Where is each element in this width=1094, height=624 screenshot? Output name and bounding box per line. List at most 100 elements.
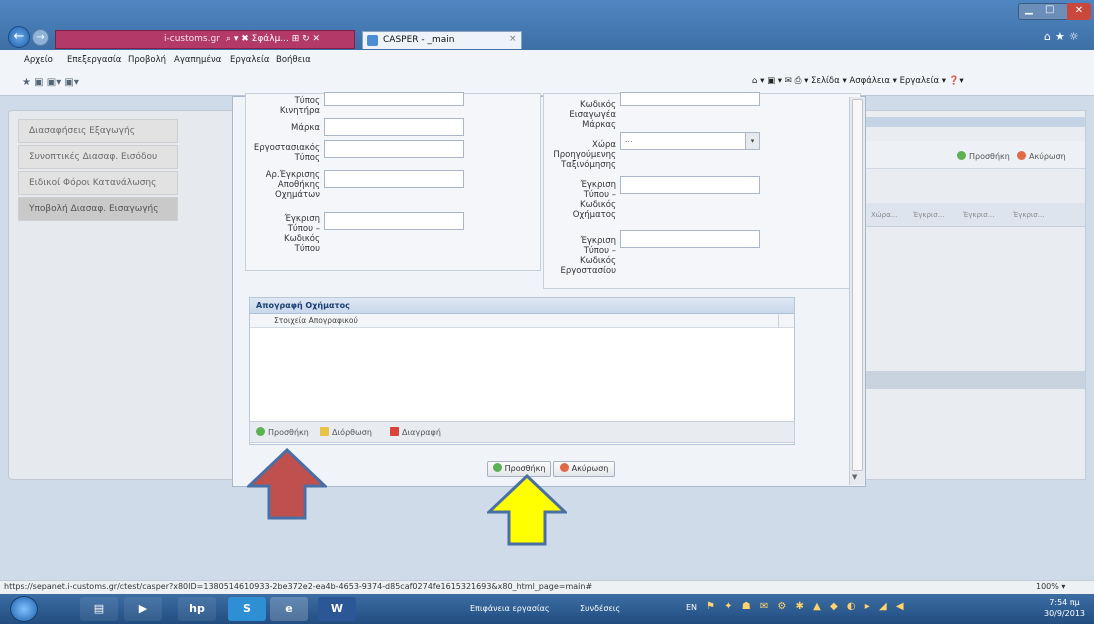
cancel-icon: [559, 463, 569, 472]
inventory-col-details[interactable]: Στοιχεία Απογραφικού: [274, 316, 358, 325]
address-bar-icons[interactable]: ⌕ ▾ ✖ Σφάλμ... ⊞ ↻ ✕: [226, 34, 320, 44]
grid-column-header: Χώρα... Έγκρισ... Έγκρισ... Έγκρισ...: [863, 203, 1085, 227]
menu-view[interactable]: Προβολή: [128, 55, 166, 65]
factory-approval-code-label: Έγκριση Τύπου – Κωδικός Εργοστασίου: [560, 236, 617, 276]
address-bar[interactable]: i-customs.gr ⌕ ▾ ✖ Σφάλμ... ⊞ ↻ ✕: [55, 30, 355, 49]
status-url: https://sepanet.i-customs.gr/ctest/caspe…: [4, 582, 593, 591]
close-window-button[interactable]: ✕: [1067, 3, 1091, 20]
panel-add-button[interactable]: Προσθήκη: [957, 151, 1010, 161]
taskbar-connections-toolbar[interactable]: Συνδέσεις: [580, 604, 620, 613]
tab-casper-main[interactable]: CASPER - _main ×: [362, 31, 522, 49]
vehicle-fieldset-right: Κωδικός Εισαγωγέα Μάρκας Χώρα Προηγούμεν…: [543, 92, 861, 289]
tab-close-icon[interactable]: ×: [509, 34, 517, 44]
taskbar-skype-icon[interactable]: S: [228, 597, 266, 621]
scrollbar-thumb[interactable]: [852, 99, 863, 471]
scroll-down-icon[interactable]: ▼: [852, 473, 857, 481]
brand-input[interactable]: [324, 118, 464, 136]
sidebar-item-import-declaration[interactable]: Υποβολή Διασαφ. Εισαγωγής: [18, 197, 178, 221]
engine-type-input[interactable]: [324, 92, 464, 106]
inventory-column-header: Στοιχεία Απογραφικού: [250, 314, 794, 328]
menu-favorites[interactable]: Αγαπημένα: [174, 55, 221, 65]
brand-label: Μάρκα: [291, 123, 320, 133]
menu-bar: Αρχείο Επεξεργασία Προβολή Αγαπημένα Εργ…: [0, 50, 1094, 96]
column-divider: [778, 314, 779, 328]
inventory-toolbar: Προσθήκη Διόρθωση Διαγραφή: [249, 421, 795, 443]
dialog-cancel-label: Ακύρωση: [571, 464, 609, 473]
taskbar-hp-icon[interactable]: hp: [178, 597, 216, 621]
grid-col-approval-1[interactable]: Έγκρισ...: [913, 211, 944, 219]
red-up-arrow-annotation: [247, 448, 327, 520]
zoom-level[interactable]: 100% ▾: [1036, 582, 1065, 591]
inventory-edit-label: Διόρθωση: [332, 428, 372, 437]
inventory-add-button[interactable]: Προσθήκη: [256, 427, 309, 437]
add-icon: [256, 427, 265, 436]
inventory-delete-button[interactable]: Διαγραφή: [390, 427, 441, 437]
maximize-button[interactable]: □: [1045, 4, 1054, 15]
minimize-button[interactable]: ▁: [1025, 4, 1033, 15]
factory-type-input[interactable]: [324, 140, 464, 158]
dialog-add-label: Προσθήκη: [504, 464, 546, 473]
warehouse-approval-label: Αρ.Έγκρισης Αποθήκης Οχημάτων: [265, 170, 320, 200]
add-icon: [492, 463, 502, 472]
pencil-icon: [320, 427, 329, 436]
background-grid-panel: Προσθήκη Ακύρωση Χώρα... Έγκρισ... Έγκρι…: [862, 110, 1086, 480]
taskbar-desktop-toolbar[interactable]: Επιφάνεια εργασίας: [470, 604, 550, 613]
inventory-edit-button[interactable]: Διόρθωση: [320, 427, 372, 437]
panel-toolbar: Προσθήκη Ακύρωση: [863, 141, 1085, 169]
panel-cancel-label: Ακύρωση: [1029, 152, 1066, 161]
taskbar-word-icon[interactable]: W: [318, 597, 356, 621]
previous-registration-country-select[interactable]: ... ▾: [620, 132, 760, 150]
previous-registration-country-label: Χώρα Προηγούμενης Ταξινόμησης: [553, 140, 616, 170]
start-button[interactable]: [10, 596, 38, 622]
home-favorites-tools-icons[interactable]: ⌂★☼: [1044, 30, 1083, 43]
inventory-delete-label: Διαγραφή: [402, 428, 441, 437]
engine-type-label: Τύπος Κινητήρα: [279, 96, 320, 116]
menu-help[interactable]: Βοήθεια: [276, 55, 311, 65]
menu-tools[interactable]: Εργαλεία: [230, 55, 270, 65]
status-bar: https://sepanet.i-customs.gr/ctest/caspe…: [0, 580, 1094, 594]
factory-approval-code-input[interactable]: [620, 230, 760, 248]
grid-col-approval-3[interactable]: Έγκρισ...: [1013, 211, 1044, 219]
dialog-scrollbar[interactable]: ▼: [849, 97, 865, 485]
favorites-bar-icons[interactable]: ★ ▣ ▣▾ ▣▾: [22, 77, 79, 88]
importer-brand-code-label: Κωδικός Εισαγωγέα Μάρκας: [569, 100, 616, 130]
clock-date: 30/9/2013: [1044, 609, 1086, 618]
sidebar-item-entry-summary[interactable]: Συνοπτικές Διασαφ. Εισόδου: [18, 145, 178, 169]
yellow-up-arrow-annotation: [487, 474, 567, 546]
sidebar-item-export-declarations[interactable]: Διασαφήσεις Εξαγωγής: [18, 119, 178, 143]
country-select-value: ...: [625, 135, 633, 144]
panel-footer-bar: [863, 371, 1085, 389]
back-button[interactable]: ←: [8, 26, 30, 48]
warehouse-approval-input[interactable]: [324, 170, 464, 188]
importer-brand-code-input[interactable]: [620, 92, 760, 106]
chevron-down-icon[interactable]: ▾: [745, 133, 759, 149]
command-bar[interactable]: ⌂ ▾ ▣ ▾ ✉ ⎙ ▾ Σελίδα ▾ Ασφάλεια ▾ Εργαλε…: [752, 76, 964, 86]
vehicle-approval-code-label: Έγκριση Τύπου – Κωδικός Οχήματος: [572, 180, 616, 220]
type-approval-code-input[interactable]: [324, 212, 464, 230]
menu-file[interactable]: Αρχείο: [24, 55, 53, 65]
vehicle-fieldset-left: Τύπος Κινητήρα Μάρκα Εργοστασιακός Τύπος…: [245, 92, 541, 271]
menu-edit[interactable]: Επεξεργασία: [67, 55, 121, 65]
add-icon: [957, 151, 966, 160]
vehicle-approval-code-input[interactable]: [620, 176, 760, 194]
panel-cancel-button[interactable]: Ακύρωση: [1017, 151, 1066, 161]
system-tray-icons[interactable]: ⚑ ✦ ☗ ✉ ⚙ ✱ ▲ ◆ ◐ ▸ ◢ ◀: [706, 601, 907, 612]
language-indicator[interactable]: EN: [686, 603, 697, 612]
taskbar-ie-icon[interactable]: e: [270, 597, 308, 621]
inventory-add-label: Προσθήκη: [268, 428, 309, 437]
page-favicon-icon: [367, 35, 378, 46]
clock[interactable]: 7:54 πμ 30/9/2013: [1044, 597, 1085, 619]
grid-col-approval-2[interactable]: Έγκρισ...: [963, 211, 994, 219]
grid-col-country[interactable]: Χώρα...: [871, 211, 897, 219]
taskbar-explorer-icon[interactable]: ▤: [80, 597, 118, 621]
forward-button[interactable]: →: [32, 29, 49, 46]
tab-label: CASPER - _main: [383, 35, 455, 45]
panel-header-bar: [863, 117, 1085, 127]
sidebar-item-excise-duties[interactable]: Ειδικοί Φόροι Κατανάλωσης: [18, 171, 178, 195]
factory-type-label: Εργοστασιακός Τύπος: [253, 143, 320, 163]
window-controls: ▁ □ ✕: [1018, 3, 1091, 20]
cancel-icon: [1017, 151, 1026, 160]
inventory-title: Απογραφή Οχήματος: [250, 298, 794, 314]
delete-x-icon: [390, 427, 399, 436]
taskbar-media-player-icon[interactable]: ▶: [124, 597, 162, 621]
